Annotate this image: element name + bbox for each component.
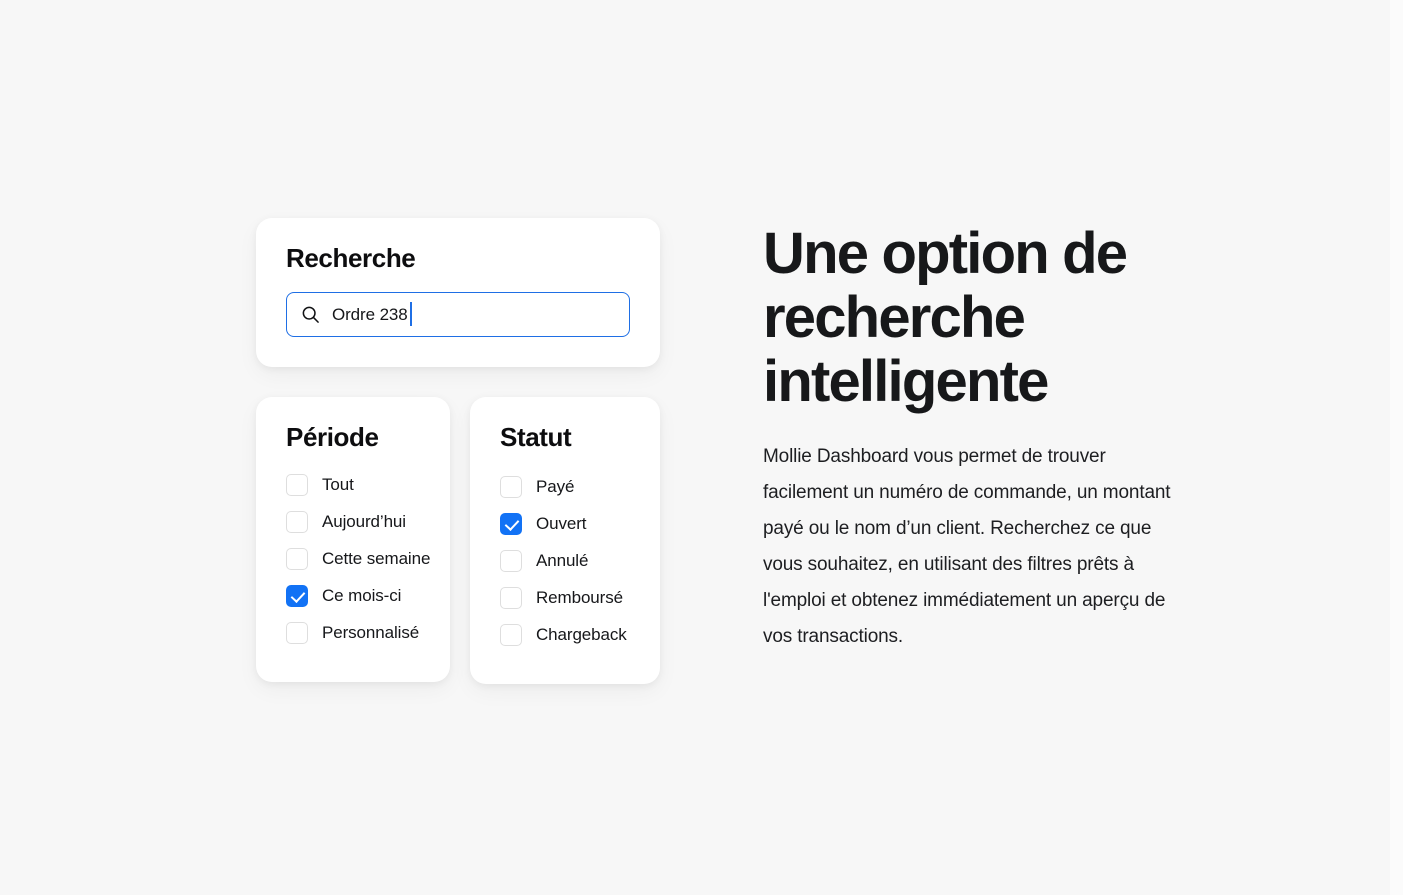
periode-option-label: Cette semaine [322,549,431,569]
statut-option-label: Chargeback [536,625,627,645]
checkbox-unchecked-icon[interactable] [500,550,522,573]
checkbox-unchecked-icon[interactable] [286,511,308,534]
checkbox-unchecked-icon[interactable] [286,474,308,497]
promo-copy: Une option de recherche intelligente Mol… [763,222,1193,655]
periode-option-aujourdhui[interactable]: Aujourd’hui [286,504,424,541]
page-right-edge [1390,0,1403,895]
checkbox-checked-icon[interactable] [286,585,308,608]
checkbox-unchecked-icon[interactable] [500,476,522,499]
statut-card-title: Statut [500,421,572,452]
promo-paragraph: Mollie Dashboard vous permet de trouver … [763,446,1171,648]
periode-option-label: Aujourd’hui [322,512,406,532]
statut-option-rembourse[interactable]: Remboursé [500,580,634,617]
promo-section: Recherche Ordre 238 Période Tout Aujourd… [0,0,1390,895]
periode-filter-card: Période Tout Aujourd’hui Cette semaine C… [256,396,450,682]
statut-option-chargeback[interactable]: Chargeback [500,617,634,654]
filters-panel: Recherche Ordre 238 Période Tout Aujourd… [256,218,660,684]
periode-card-title: Période [286,421,379,452]
periode-option-cette-semaine[interactable]: Cette semaine [286,541,430,578]
statut-filter-card: Statut Payé Ouvert Annulé Remboursé Char… [470,396,660,684]
statut-option-paye[interactable]: Payé [500,469,634,506]
periode-option-tout[interactable]: Tout [286,467,424,504]
search-input-value: Ordre 238 [332,304,408,324]
statut-option-annule[interactable]: Annulé [500,543,634,580]
checkbox-unchecked-icon[interactable] [500,624,522,647]
search-card-title: Recherche [286,243,416,273]
search-icon [302,306,319,323]
checkbox-unchecked-icon[interactable] [286,622,308,645]
statut-option-label: Payé [536,477,575,497]
periode-option-label: Ce mois-ci [322,586,402,606]
periode-option-personnalise[interactable]: Personnalisé [286,615,424,652]
checkbox-unchecked-icon[interactable] [500,587,522,610]
search-input-text-wrap: Ordre 238 [332,302,412,327]
text-caret [409,302,412,327]
statut-option-label: Remboursé [536,588,623,608]
page-title: Une option de recherche intelligente [763,221,1128,414]
search-input[interactable]: Ordre 238 [286,291,630,337]
statut-option-list: Payé Ouvert Annulé Remboursé Chargeback [500,469,634,654]
periode-option-label: Tout [322,475,354,495]
search-card: Recherche Ordre 238 [256,218,660,367]
statut-option-ouvert[interactable]: Ouvert [500,506,634,543]
statut-option-label: Annulé [536,551,589,571]
filter-cards-row: Période Tout Aujourd’hui Cette semaine C… [256,396,660,684]
periode-option-label: Personnalisé [322,623,420,643]
periode-option-ce-mois-ci[interactable]: Ce mois-ci [286,578,424,615]
statut-option-label: Ouvert [536,514,587,534]
checkbox-unchecked-icon[interactable] [286,548,308,571]
checkbox-checked-icon[interactable] [500,513,522,536]
periode-option-list: Tout Aujourd’hui Cette semaine Ce mois-c… [286,467,430,652]
